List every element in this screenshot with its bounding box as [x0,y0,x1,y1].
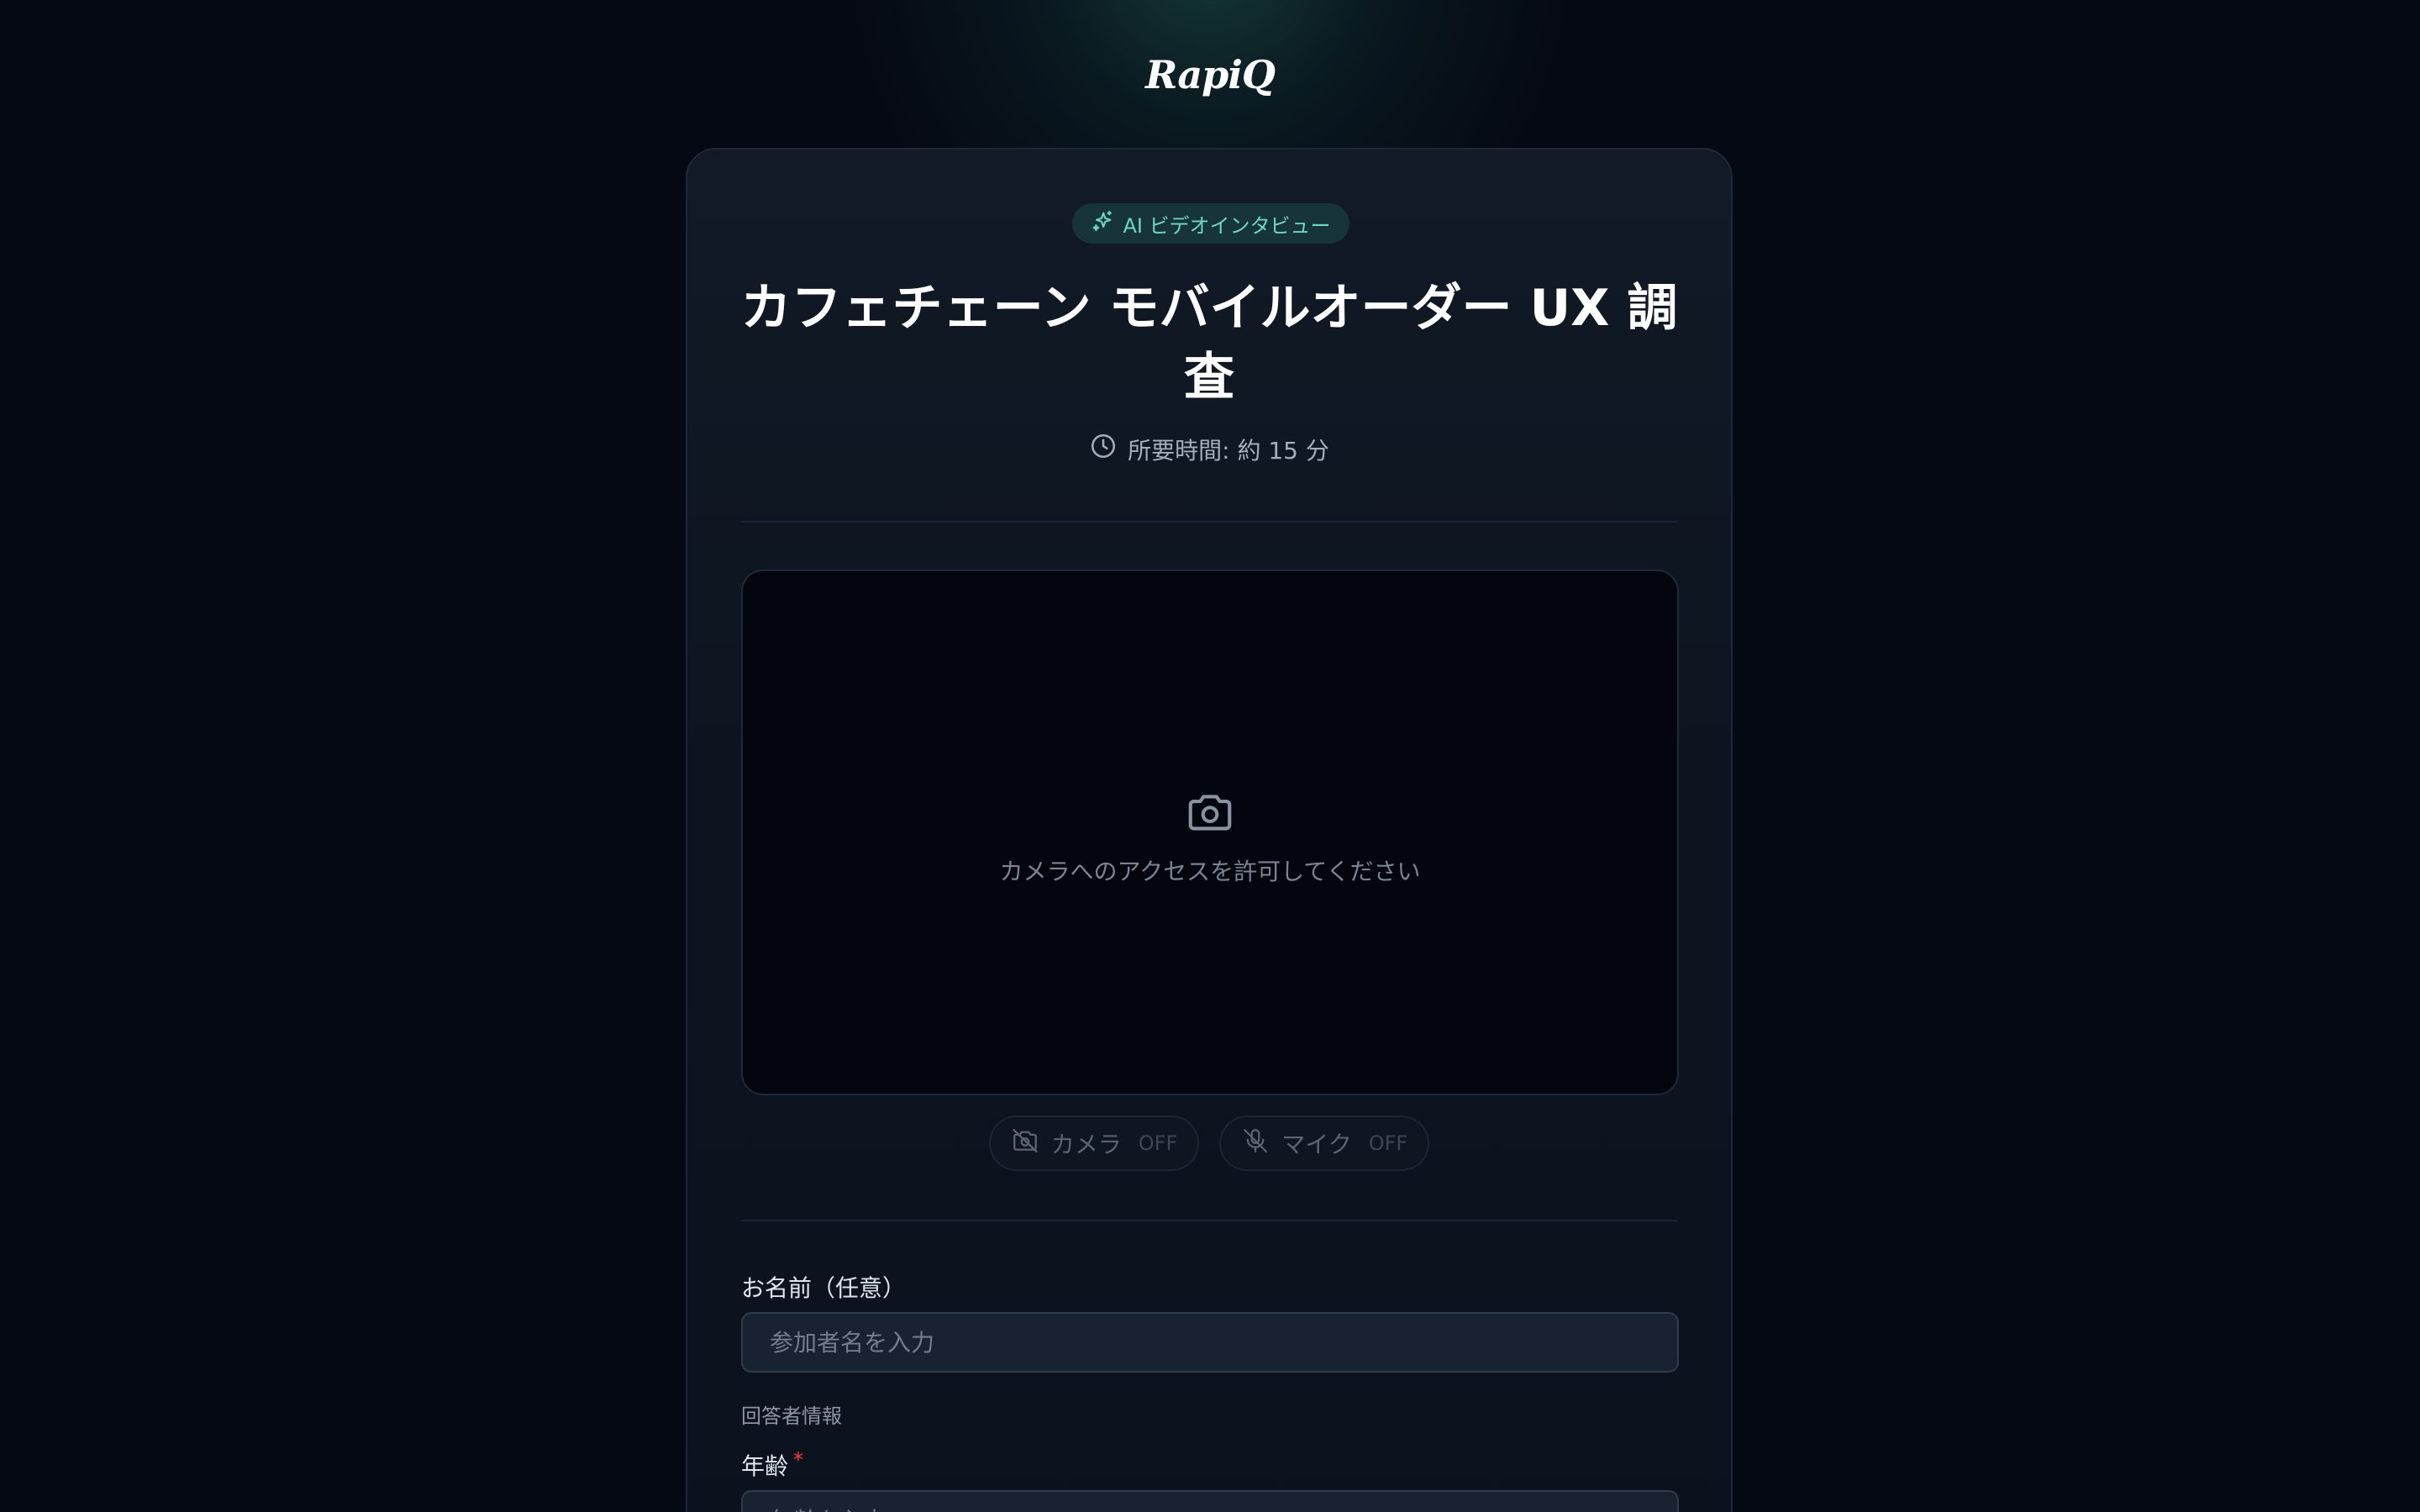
mic-toggle-label: マイク [1281,1131,1352,1158]
camera-permission-message: カメラへのアクセスを許可してください [999,858,1421,885]
name-field-label: お名前（任意） [741,1274,907,1302]
media-controls: カメラ OFF マイク OFF [687,1116,1731,1171]
age-field-label: 年齢 * [741,1448,803,1482]
mic-toggle-state: OFF [1368,1131,1408,1155]
survey-title: カフェチェーン モバイルオーダー UX 調査 [740,279,1678,407]
rapiq-logo: RapiQ [1145,52,1276,97]
mic-toggle-button[interactable]: マイク OFF [1219,1116,1430,1171]
duration-text: 所要時間: 約 15 分 [1128,436,1329,465]
page: RapiQ AI ビデオインタビュー カフェチェーン モバイルオーダー UX 調… [0,0,2420,1512]
sparkles-icon [1091,209,1114,238]
mic-off-icon [1241,1126,1270,1161]
camera-off-icon [1011,1126,1039,1161]
camera-toggle-state: OFF [1138,1131,1178,1155]
clock-icon [1089,432,1118,466]
ai-video-interview-badge: AI ビデオインタビュー [1072,203,1349,244]
camera-toggle-label: カメラ [1050,1131,1122,1158]
duration-info: 所要時間: 約 15 分 [687,432,1731,466]
required-mark: * [793,1448,804,1472]
name-input[interactable] [741,1312,1679,1373]
badge-label: AI ビデオインタビュー [1123,213,1331,238]
respondent-info-heading: 回答者情報 [741,1404,842,1428]
interview-card: AI ビデオインタビュー カフェチェーン モバイルオーダー UX 調査 所要時間… [686,148,1733,1512]
age-input[interactable] [741,1490,1679,1512]
camera-toggle-button[interactable]: カメラ OFF [988,1116,1200,1171]
controls-divider [741,1220,1677,1221]
camera-icon [1184,786,1236,842]
camera-preview: カメラへのアクセスを許可してください [741,570,1679,1095]
age-label-text: 年齢 [741,1452,789,1480]
header-divider [741,521,1677,522]
